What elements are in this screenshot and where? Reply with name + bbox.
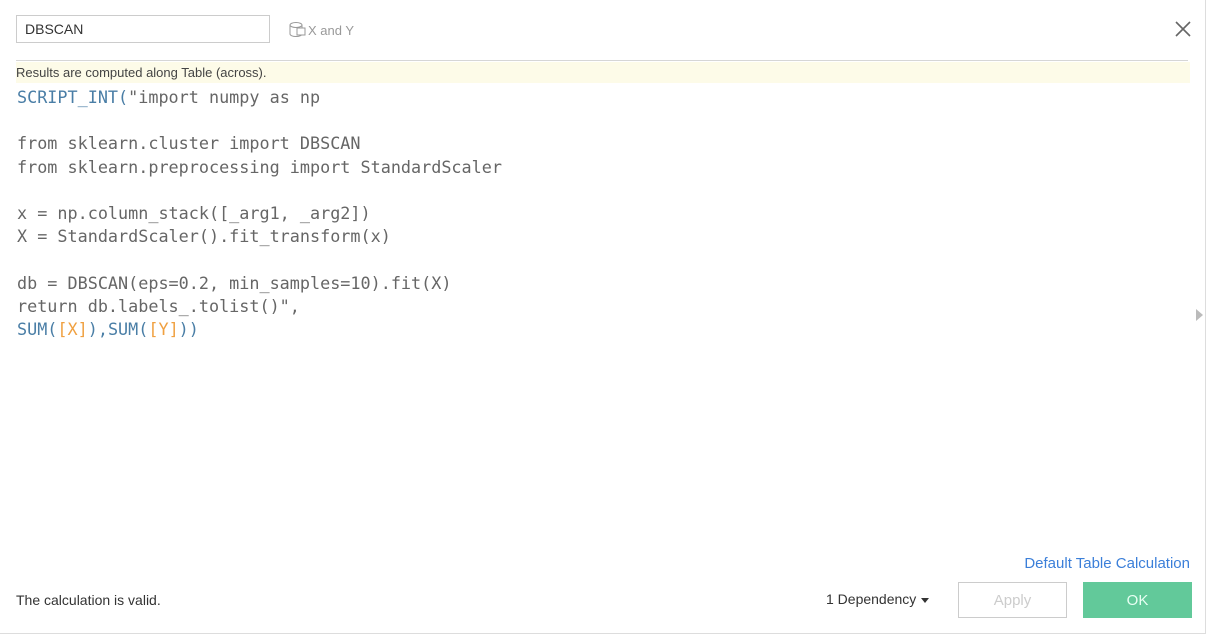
code-line: from sklearn.preprocessing import Standa… (17, 156, 502, 179)
validation-status: The calculation is valid. (16, 592, 161, 608)
code-line: db = DBSCAN(eps=0.2, min_samples=10).fit… (17, 272, 502, 295)
code-function: SCRIPT_INT( (17, 87, 129, 107)
code-function: SUM( (17, 319, 58, 340)
database-icon (289, 22, 306, 38)
code-function: ),SUM( (87, 319, 149, 340)
code-text: from sklearn.cluster import DBSCAN (17, 133, 361, 154)
code-line: x = np.column_stack([_arg1, _arg2]) (17, 202, 502, 225)
code-text: X = StandardScaler().fit_transform(x) (17, 226, 391, 247)
apply-button[interactable]: Apply (958, 582, 1067, 618)
close-icon[interactable] (1173, 19, 1193, 39)
code-line: SUM([X]),SUM([Y])) (17, 318, 502, 341)
code-function: )) (178, 319, 199, 340)
code-text: return db.labels_.tolist()", (17, 295, 300, 316)
code-line: from sklearn.cluster import DBSCAN (17, 132, 502, 155)
caret-down-icon (921, 597, 930, 603)
code-text: db = DBSCAN(eps=0.2, min_samples=10).fit… (17, 272, 452, 293)
ok-button[interactable]: OK (1083, 582, 1192, 618)
code-text: from sklearn.preprocessing import Standa… (17, 156, 502, 177)
code-line: ​ (17, 179, 502, 202)
code-field: [X] (57, 319, 88, 340)
code-line: ​ (17, 109, 502, 132)
code-line: SCRIPT_INT("import numpy as np (17, 86, 502, 109)
expand-panel-arrow-icon[interactable] (1196, 309, 1203, 321)
info-bar: Results are computed along Table (across… (16, 62, 1190, 83)
dependency-fields-label: X and Y (308, 22, 355, 38)
calculation-editor-dialog: X and Y Results are computed along Table… (0, 0, 1206, 634)
calculation-name-input[interactable] (16, 15, 270, 43)
code-text: "import numpy as np (128, 87, 321, 107)
dependency-label: 1 Dependency (826, 591, 917, 607)
code-text: x = np.column_stack([_arg1, _arg2]) (17, 203, 371, 224)
code-line: return db.labels_.tolist()", (17, 295, 502, 318)
formula-editor[interactable]: SCRIPT_INT("import numpy as np​from skle… (17, 86, 502, 341)
code-line: X = StandardScaler().fit_transform(x) (17, 225, 502, 248)
code-line: ​ (17, 248, 502, 271)
dependency-fields: X and Y (288, 21, 354, 39)
dependency-dropdown[interactable]: 1 Dependency (826, 591, 930, 607)
code-field: [Y] (148, 319, 179, 340)
default-table-calculation-link[interactable]: Default Table Calculation (1024, 555, 1190, 572)
divider (16, 60, 1188, 61)
